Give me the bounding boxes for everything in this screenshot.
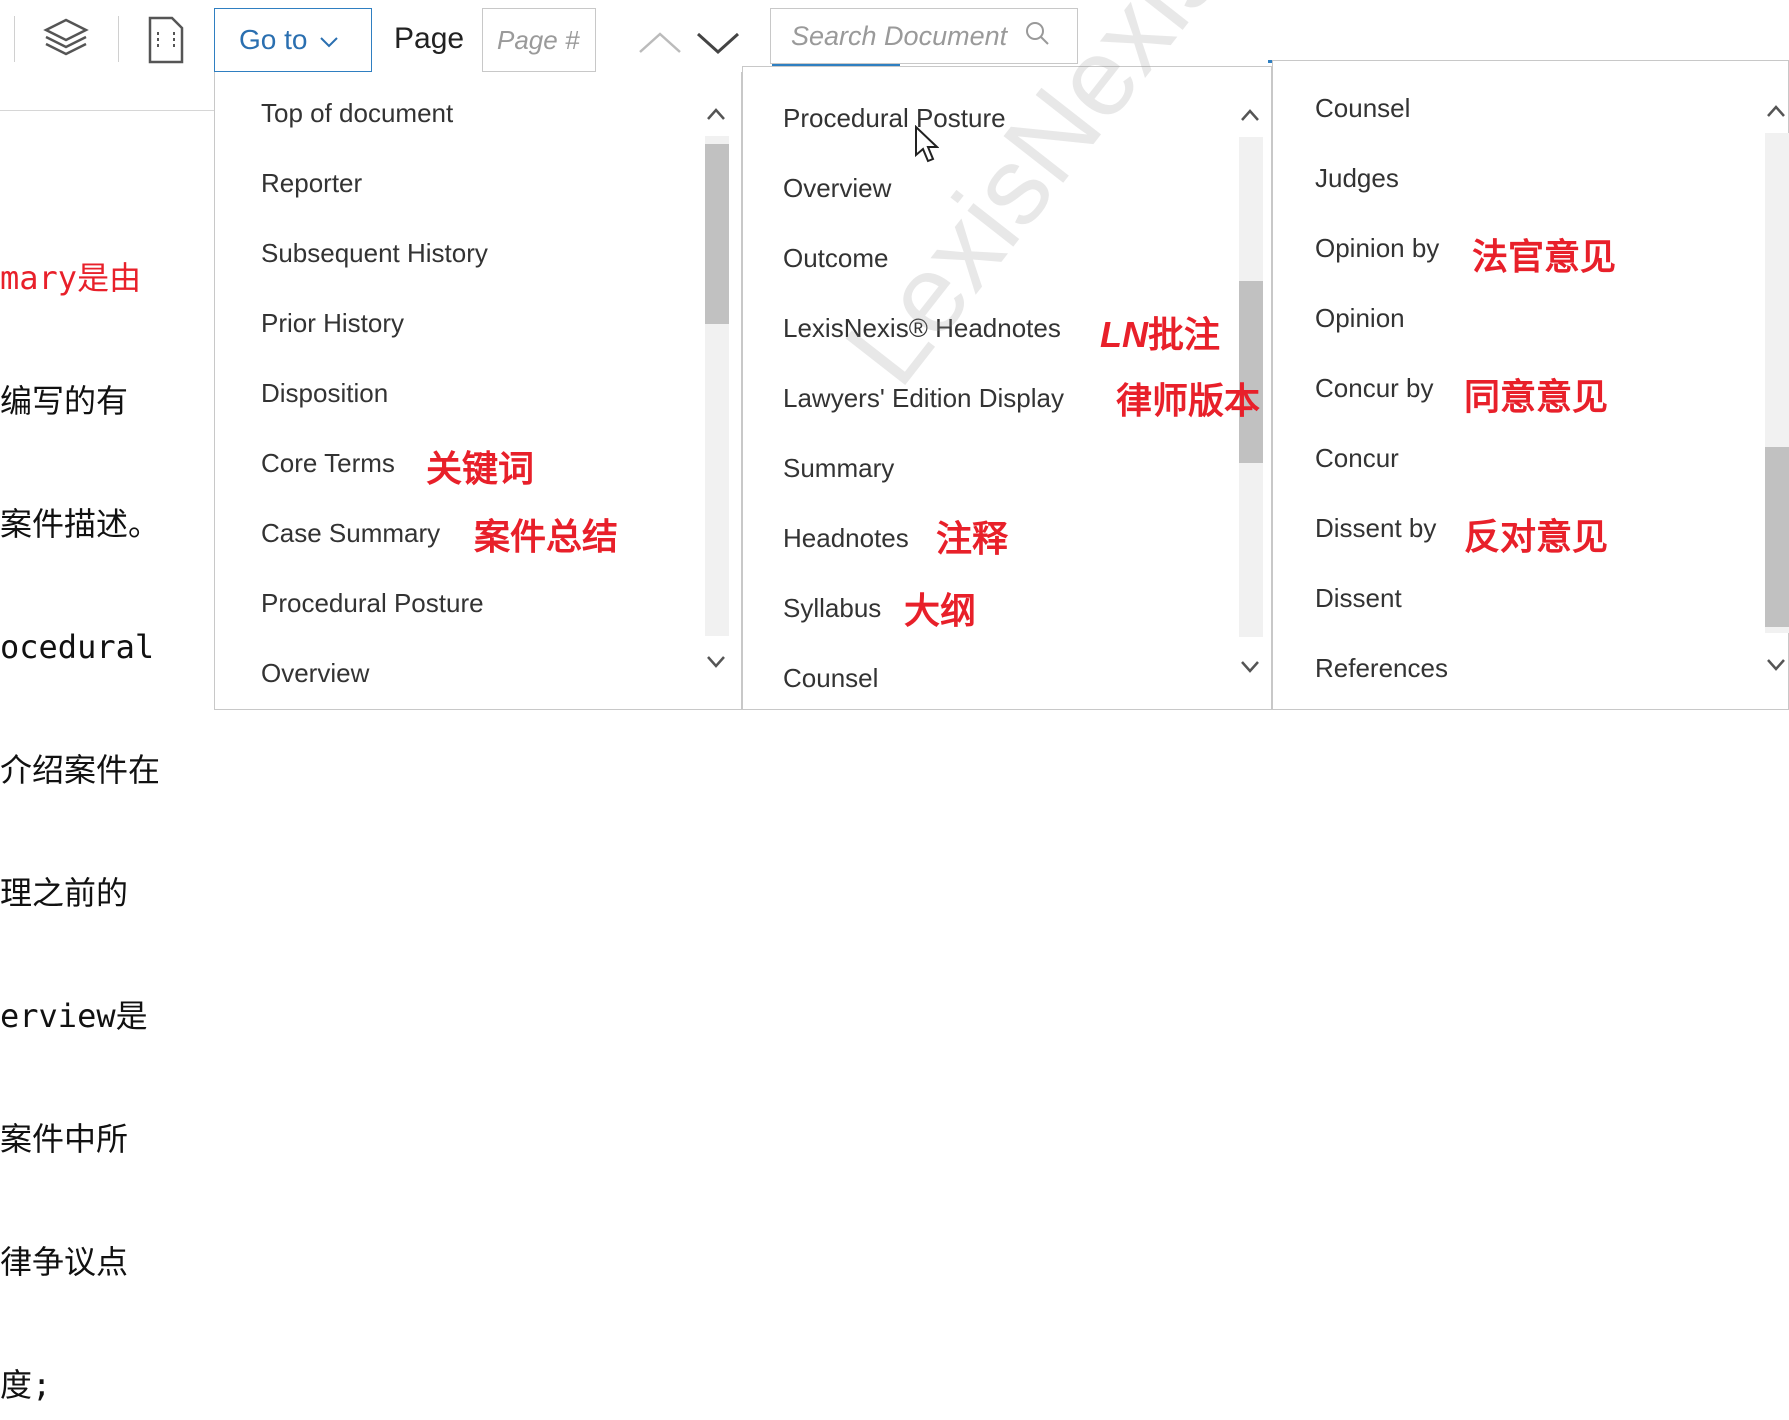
next-hit-icon[interactable]: [694, 26, 742, 58]
menu-item-top-of-document[interactable]: Top of document: [261, 98, 453, 129]
scroll-down-icon[interactable]: [1765, 653, 1787, 679]
toolbar-separator: [14, 16, 15, 62]
menu-item-headnotes[interactable]: Headnotes: [783, 523, 909, 554]
annotation-opinion-by: 法官意见: [1472, 237, 1617, 278]
scrollbar-thumb[interactable]: [1765, 447, 1789, 627]
scrollbar-thumb[interactable]: [705, 144, 729, 324]
menu-item-dissent[interactable]: Dissent: [1315, 583, 1402, 614]
toolbar-separator: [118, 16, 119, 62]
menu-item-concur-by[interactable]: Concur by: [1315, 373, 1434, 404]
left-note-line: 编写的有: [0, 382, 129, 420]
menu-item-concur[interactable]: Concur: [1315, 443, 1399, 474]
scroll-down-icon[interactable]: [1239, 655, 1261, 681]
search-placeholder: Search Document: [791, 20, 1008, 51]
left-note: mary是由 编写的有 案件描述。 ocedural 介绍案件在 理之前的 er…: [0, 176, 210, 1420]
left-note-line: 度;: [0, 1366, 52, 1404]
chevron-down-icon: [319, 24, 339, 56]
menu-item-judges[interactable]: Judges: [1315, 163, 1399, 194]
goto-menu-panel-1: Top of document Reporter Subsequent Hist…: [214, 72, 742, 710]
left-note-line: 案件描述。: [0, 505, 161, 543]
search-document-input[interactable]: Search Document: [770, 8, 1078, 64]
left-note-line: mary是由: [0, 259, 142, 297]
scroll-up-icon[interactable]: [705, 102, 727, 128]
annotation-dissent-by: 反对意见: [1464, 517, 1609, 558]
menu-item-reporter[interactable]: Reporter: [261, 168, 362, 199]
left-note-line: erview是: [0, 997, 148, 1035]
menu-item-counsel[interactable]: Counsel: [783, 663, 878, 694]
annotation-lawyers-edition: 律师版本: [1116, 381, 1261, 422]
left-note-line: ocedural: [0, 628, 155, 666]
goto-button[interactable]: Go to: [214, 8, 372, 72]
header-divider: [0, 110, 214, 111]
menu-item-summary[interactable]: Summary: [783, 453, 894, 484]
annotation-syllabus: 大纲: [904, 591, 977, 632]
scroll-down-icon[interactable]: [705, 650, 727, 676]
page-label: Page: [394, 22, 465, 55]
menu-item-dissent-by[interactable]: Dissent by: [1315, 513, 1436, 544]
menu-item-prior-history[interactable]: Prior History: [261, 308, 404, 339]
menu-item-syllabus[interactable]: Syllabus: [783, 593, 881, 624]
menu-item-overview[interactable]: Overview: [261, 658, 369, 689]
menu-item-subsequent-history[interactable]: Subsequent History: [261, 238, 488, 269]
annotation-headnotes: 注释: [936, 519, 1009, 560]
annotation-case-summary: 案件总结: [474, 517, 619, 558]
mouse-cursor-icon: [913, 124, 940, 170]
left-note-line: 案件中所: [0, 1120, 129, 1158]
left-note-line: 律争议点: [0, 1243, 129, 1281]
annotation-ln-suffix: 批注: [1148, 315, 1221, 356]
menu-item-counsel[interactable]: Counsel: [1315, 93, 1410, 124]
scroll-up-icon[interactable]: [1239, 103, 1261, 129]
annotation-ln-headnotes: LN批注: [1100, 306, 1220, 358]
annotation-core-terms: 关键词: [426, 449, 535, 490]
menu-item-case-summary[interactable]: Case Summary: [261, 518, 440, 549]
page-number-input[interactable]: Page #: [482, 8, 596, 72]
annotation-ln-prefix: LN: [1100, 314, 1148, 355]
menu-item-disposition[interactable]: Disposition: [261, 378, 388, 409]
goto-label: Go to: [239, 24, 308, 55]
menu-item-core-terms[interactable]: Core Terms: [261, 448, 395, 479]
menu-item-procedural-posture[interactable]: Procedural Posture: [261, 588, 484, 619]
previous-hit-icon[interactable]: [636, 26, 684, 58]
scroll-up-icon[interactable]: [1765, 99, 1787, 125]
layers-icon[interactable]: [40, 16, 92, 62]
menu-item-opinion-by[interactable]: Opinion by: [1315, 233, 1439, 264]
menu-item-opinion[interactable]: Opinion: [1315, 303, 1405, 334]
menu-item-procedural-posture[interactable]: Procedural Posture: [783, 103, 1006, 134]
menu-item-overview[interactable]: Overview: [783, 173, 891, 204]
left-note-line: 理之前的: [0, 874, 129, 912]
left-note-line: 介绍案件在: [0, 751, 161, 789]
document-icon[interactable]: [146, 14, 186, 66]
annotation-concur-by: 同意意见: [1464, 377, 1609, 418]
menu-item-references[interactable]: References: [1315, 653, 1448, 684]
